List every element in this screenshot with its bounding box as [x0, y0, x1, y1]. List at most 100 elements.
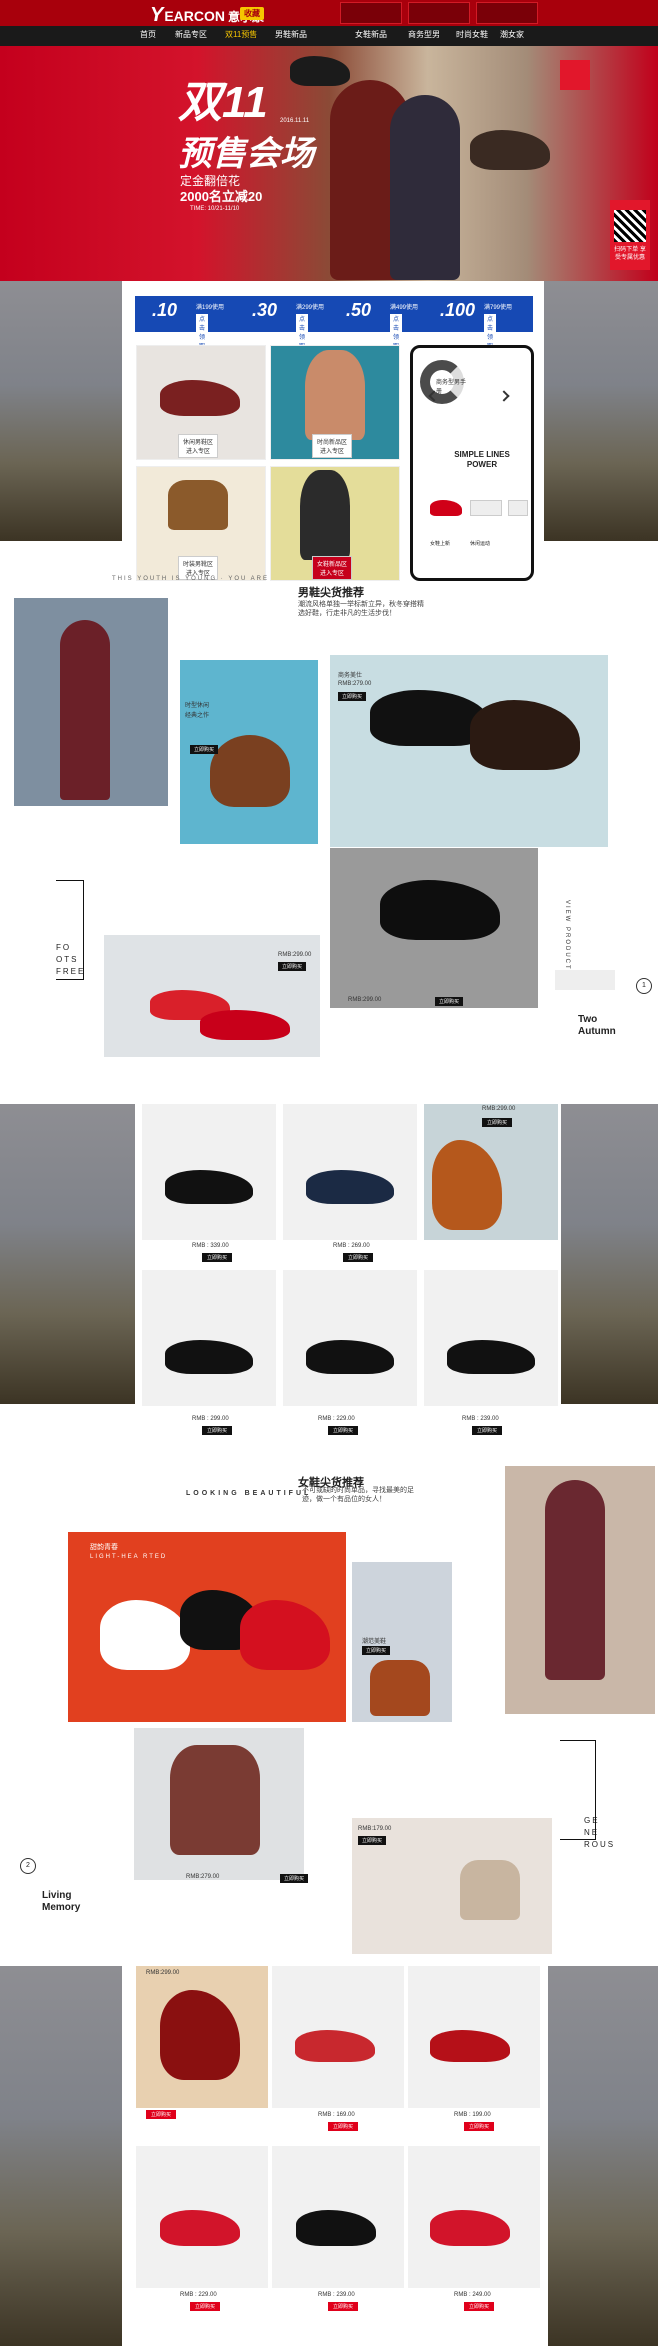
menu-item[interactable]: 首页	[140, 29, 156, 40]
boot-image	[170, 1745, 260, 1855]
ring-label: 商务型男手册	[436, 380, 467, 395]
background-image	[0, 1966, 122, 2346]
favorite-button[interactable]: 收藏	[240, 7, 264, 20]
section-subtitle: 不可或缺的时尚单品，寻找最美的足迹，做一个有品位的女人！	[302, 1487, 414, 1503]
category-label: 休闲男鞋区 进入专区	[178, 434, 219, 458]
top-shoe-thumb[interactable]	[340, 2, 402, 24]
category-label: 时尚新品区 进入专区	[312, 434, 353, 458]
buy-button[interactable]: 立即购买	[464, 2302, 495, 2311]
product-card[interactable]	[142, 1270, 276, 1406]
hero-title: 双11	[178, 78, 268, 127]
background-image	[0, 281, 122, 541]
coupon[interactable]: .10满199使用点击领取	[152, 300, 224, 350]
product-price: RMB : 339.00	[192, 1243, 229, 1249]
menu-item[interactable]: 新品专区	[175, 29, 207, 40]
feature-sub: LIGHT-HEA RTED	[90, 1554, 168, 1560]
feature-label: 商务美仕	[338, 673, 363, 679]
qr-label: 扫码下单 享受专属优惠	[614, 247, 646, 261]
section-subtitle: 潮流风格单独一举标新立异，秋冬穿搭精选好鞋，行走非凡的生活步伐！	[298, 601, 424, 617]
buy-button[interactable]: 立即购买	[190, 745, 219, 754]
product-price: RMB:299.00	[146, 1970, 180, 1976]
buy-button[interactable]: 立即购买	[328, 1426, 359, 1435]
section-title: 男鞋尖货推荐	[298, 587, 364, 599]
menu-item[interactable]: 商务型男	[408, 29, 440, 40]
shoe-image	[210, 735, 290, 807]
menu-item[interactable]: 潮女家	[500, 29, 524, 40]
shoe-image	[430, 500, 462, 516]
product-price: RMB : 239.00	[318, 2292, 355, 2298]
product-price: RMB:299.00	[482, 1106, 516, 1112]
feature-sub: RMB:279.00	[338, 681, 372, 687]
buy-button[interactable]: 立即购买	[190, 2302, 221, 2311]
section-tagline: THIS YOUTH IS YOUNG · YOU ARE	[112, 576, 270, 582]
buy-button[interactable]: 立即购买	[328, 2302, 359, 2311]
buy-button[interactable]: 立即购买	[472, 1426, 503, 1435]
product-card[interactable]	[424, 1270, 558, 1406]
feature-sub: 经典之作	[185, 713, 210, 719]
buy-button[interactable]: 立即购买	[280, 1874, 309, 1883]
model-figure	[60, 620, 110, 800]
buy-button[interactable]: 立即购买	[338, 692, 367, 701]
top-shoe-thumb[interactable]	[408, 2, 470, 24]
menu-item[interactable]: 男鞋新品	[275, 29, 307, 40]
top-shoe-thumb[interactable]	[476, 2, 538, 24]
buy-button[interactable]: 立即购买	[343, 1253, 374, 1262]
model-image	[305, 350, 365, 440]
shoe-image	[508, 500, 528, 516]
category-label: 女鞋新品区 进入专区	[312, 556, 353, 580]
hero-date: 2016.11.11	[280, 118, 310, 124]
buy-button[interactable]: 立即购买	[482, 1118, 513, 1127]
buy-button[interactable]: 立即购买	[278, 962, 307, 971]
model-image	[390, 95, 460, 280]
product-price: RMB : 249.00	[454, 2292, 491, 2298]
product-price: RMB : 269.00	[333, 1243, 370, 1249]
simple-lines-text: SIMPLE LINES POWER	[454, 450, 510, 469]
menu-item[interactable]: 女鞋新品	[355, 29, 387, 40]
buy-button[interactable]: 立即购买	[435, 997, 464, 1006]
hero-time: TIME: 10/21-11/10	[190, 206, 240, 212]
buy-button[interactable]: 立即购买	[146, 2110, 177, 2119]
buy-button[interactable]: 立即购买	[362, 1646, 391, 1655]
feature-label: 潮范美鞋	[362, 1639, 387, 1645]
product-card[interactable]	[283, 1270, 417, 1406]
boot-image	[168, 480, 228, 530]
background-image	[544, 281, 658, 541]
nav-menu: 首页 新品专区 双11预售 男鞋新品 女鞋新品 商务型男 时尚女鞋 潮女家	[0, 26, 658, 46]
hero-promo-text: 2000名立减20	[180, 189, 263, 204]
shoe-image	[470, 500, 502, 516]
section-number: 2	[20, 1858, 36, 1874]
item-label: 女鞋上新	[430, 541, 451, 547]
feature-label: 甜韵青春	[90, 1544, 118, 1551]
buy-button[interactable]: 立即购买	[202, 1253, 233, 1262]
buy-button[interactable]: 立即购买	[358, 1836, 387, 1845]
feature-sub: RMB:299.00	[348, 997, 382, 1003]
section-number: 1	[636, 978, 652, 994]
product-price: RMB : 169.00	[318, 2112, 355, 2118]
coupon[interactable]: .30满299使用点击领取	[252, 300, 324, 350]
buy-button[interactable]: 立即购买	[202, 1426, 233, 1435]
model-image	[300, 470, 350, 560]
model-figure	[545, 1480, 605, 1680]
item-label: 休闲运动	[470, 541, 491, 547]
menu-item[interactable]: 时尚女鞋	[456, 29, 488, 40]
top-bar	[0, 0, 658, 26]
section-tagline: LOOKING BEAUTIFUL	[186, 1490, 312, 1497]
coupon[interactable]: .100满799使用点击领取	[440, 300, 512, 350]
qr-code-icon	[614, 210, 646, 242]
product-price: RMB : 239.00	[462, 1416, 499, 1422]
product-price: RMB : 229.00	[180, 2292, 217, 2298]
feature-sub: RMB:279.00	[186, 1874, 220, 1880]
foots-free-text: FO OTS FREE	[56, 943, 86, 976]
feature-sub: RMB:299.00	[278, 952, 312, 958]
buy-button[interactable]: 立即购买	[464, 2122, 495, 2131]
boot-image	[460, 1860, 520, 1920]
buy-button[interactable]: 立即购买	[328, 2122, 359, 2131]
coupon[interactable]: .50满499使用点击领取	[346, 300, 418, 350]
vertical-text: VIEW PRODUCT	[564, 900, 570, 971]
living-memory-text: Living Memory	[42, 1890, 81, 1913]
product-price: RMB : 299.00	[192, 1416, 229, 1422]
menu-item[interactable]: 双11预售	[225, 29, 257, 40]
background-image	[561, 1104, 658, 1404]
feature-sub: RMB:179.00	[358, 1826, 392, 1832]
decorative-block	[555, 970, 615, 990]
